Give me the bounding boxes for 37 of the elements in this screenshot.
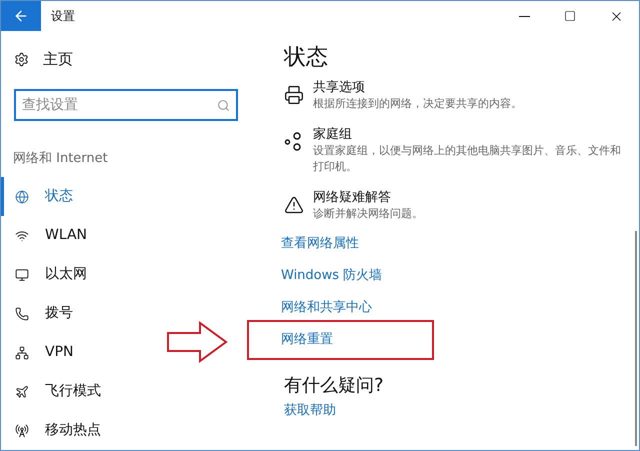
scrollbar[interactable] xyxy=(635,231,637,446)
option-description: 设置家庭组，以便与网络上的其他电脑共享图片、音乐、文件和打印机。 xyxy=(313,143,622,175)
window-title: 设置 xyxy=(51,8,75,25)
search-icon xyxy=(217,98,230,112)
network-icon xyxy=(15,346,29,360)
gear-icon xyxy=(14,52,29,67)
phone-icon xyxy=(15,306,29,320)
home-nav-item[interactable]: 主页 xyxy=(1,48,251,70)
airplane-icon xyxy=(15,384,29,398)
option-description: 诊断并解决网络问题。 xyxy=(313,206,423,222)
settings-link[interactable]: 查看网络属性 xyxy=(281,234,359,254)
section-heading: 网络和 Internet xyxy=(13,150,109,168)
nav-item[interactable]: WLAN xyxy=(1,216,251,255)
globe-icon xyxy=(15,190,29,204)
nav-item[interactable]: 以太网 xyxy=(1,255,251,294)
option-title[interactable]: 共享选项 xyxy=(313,79,522,96)
help-heading: 有什么疑问? xyxy=(284,374,385,398)
settings-link[interactable]: 网络重置 xyxy=(281,330,333,350)
settings-link[interactable]: 网络和共享中心 xyxy=(281,298,372,318)
option-description: 根据所连接到的网络，决定要共享的内容。 xyxy=(313,96,522,112)
settings-link[interactable]: Windows 防火墙 xyxy=(281,266,382,286)
page-heading: 状态 xyxy=(284,44,329,72)
option-title[interactable]: 网络疑难解答 xyxy=(313,189,423,206)
nav-item[interactable]: VPN xyxy=(1,333,251,372)
option-title[interactable]: 家庭组 xyxy=(313,126,625,143)
nav-item[interactable]: 飞行模式 xyxy=(1,372,251,411)
back-button[interactable] xyxy=(1,1,41,31)
nav-item[interactable]: 状态 xyxy=(1,177,251,216)
help-link[interactable]: 获取帮助 xyxy=(284,401,625,420)
printer-icon xyxy=(284,85,304,105)
antenna-icon xyxy=(15,424,29,438)
search-field[interactable]: 查找设置 xyxy=(14,88,238,120)
warning-icon xyxy=(284,195,304,215)
nav-item[interactable]: 移动热点 xyxy=(1,411,251,450)
maximize-icon xyxy=(564,10,576,22)
nav-item[interactable]: 拨号 xyxy=(1,294,251,333)
monitor-icon xyxy=(15,268,29,282)
